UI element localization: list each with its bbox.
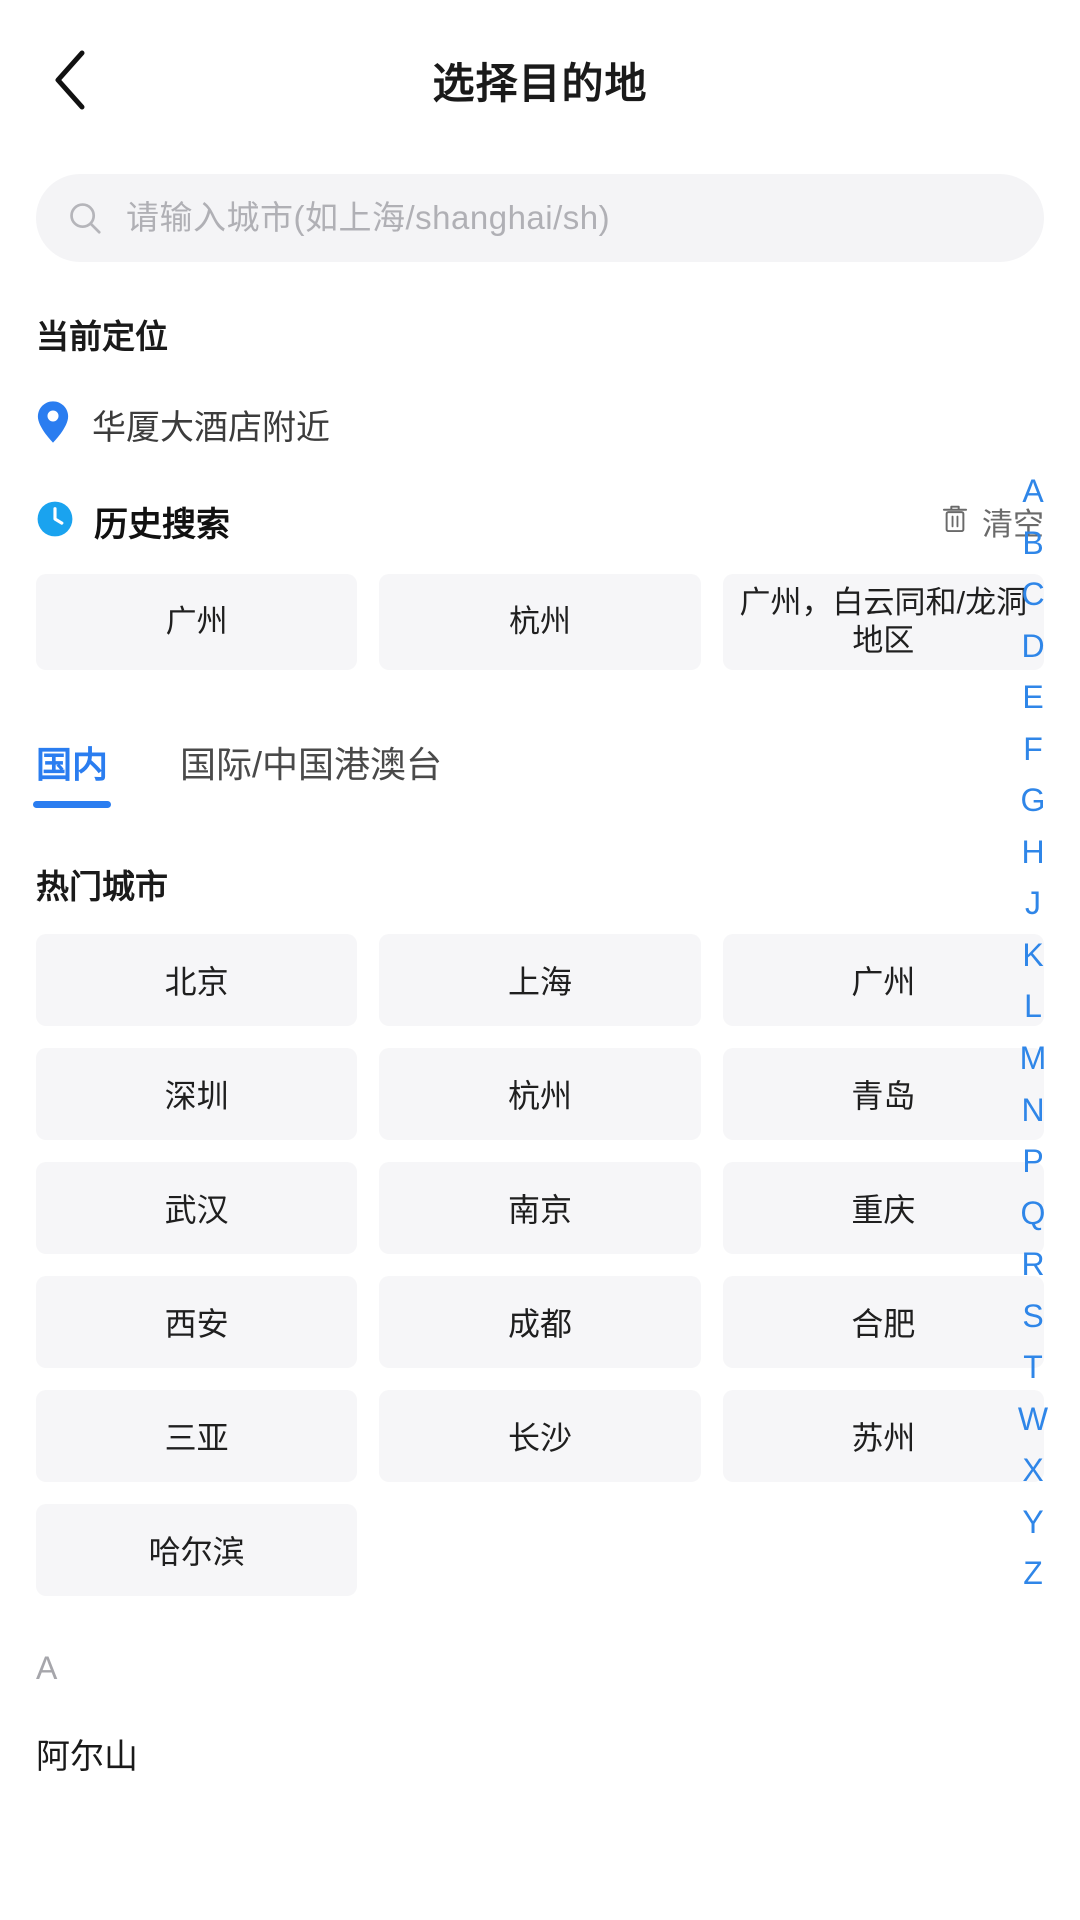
city-cell[interactable]: 北京	[36, 934, 358, 1026]
index-letter[interactable]: H	[1012, 831, 1054, 874]
city-cell[interactable]: 哈尔滨	[36, 1504, 358, 1596]
map-pin-icon	[36, 400, 70, 449]
history-title-group: 历史搜索	[36, 497, 230, 546]
trash-icon	[940, 503, 970, 540]
alpha-section-header: A	[36, 1650, 58, 1686]
history-chip[interactable]: 杭州	[379, 574, 701, 670]
index-letter[interactable]: P	[1012, 1140, 1054, 1183]
index-letter[interactable]: N	[1012, 1089, 1054, 1132]
history-title: 历史搜索	[94, 506, 230, 544]
current-location-item[interactable]: 华厦大酒店附近	[0, 400, 1080, 449]
index-letter[interactable]: F	[1012, 728, 1054, 771]
header: 选择目的地	[0, 0, 1080, 160]
search-input[interactable]	[126, 199, 1014, 237]
city-cell[interactable]: 成都	[379, 1276, 701, 1368]
index-letter[interactable]: B	[1012, 522, 1054, 565]
index-letter[interactable]: G	[1012, 779, 1054, 822]
index-letter[interactable]: W	[1012, 1398, 1054, 1441]
city-cell[interactable]: 武汉	[36, 1162, 358, 1254]
hot-cities-title: 热门城市	[36, 868, 168, 905]
index-letter[interactable]: E	[1012, 676, 1054, 719]
index-letter[interactable]: Y	[1012, 1501, 1054, 1544]
index-letter[interactable]: T	[1012, 1346, 1054, 1389]
alpha-city-item[interactable]: 阿尔山	[0, 1729, 1080, 1778]
index-letter[interactable]: J	[1012, 882, 1054, 925]
city-cell[interactable]: 青岛	[722, 1048, 1044, 1140]
index-letter[interactable]: Z	[1012, 1552, 1054, 1595]
search-bar[interactable]	[36, 174, 1044, 262]
city-cell[interactable]: 西安	[36, 1276, 358, 1368]
index-letter[interactable]: R	[1012, 1243, 1054, 1286]
index-letter[interactable]: A	[1012, 470, 1054, 513]
city-cell[interactable]: 重庆	[722, 1162, 1044, 1254]
clock-icon	[36, 500, 74, 543]
index-letter[interactable]: C	[1012, 573, 1054, 616]
city-cell[interactable]: 合肥	[722, 1276, 1044, 1368]
city-picker-screen: 选择目的地 当前定位 华厦大酒店附近	[0, 0, 1080, 1920]
index-letter[interactable]: L	[1012, 985, 1054, 1028]
city-cell[interactable]: 苏州	[722, 1390, 1044, 1482]
city-cell[interactable]: 上海	[379, 934, 701, 1026]
city-cell[interactable]: 三亚	[36, 1390, 358, 1482]
back-button[interactable]	[34, 44, 106, 116]
tab-international[interactable]: 国际/中国港澳台	[180, 736, 442, 808]
search-section	[0, 174, 1080, 262]
index-letter[interactable]: M	[1012, 1037, 1054, 1080]
hot-cities-grid: 北京 上海 广州 深圳 杭州 青岛 武汉 南京 重庆 西安 成都 合肥 三亚 长…	[0, 934, 1080, 1596]
search-icon	[66, 199, 104, 237]
index-letter[interactable]: Q	[1012, 1192, 1054, 1235]
current-location-label: 当前定位	[36, 318, 168, 355]
page-title: 选择目的地	[432, 59, 648, 107]
current-location-name: 华厦大酒店附近	[92, 409, 330, 447]
tab-domestic[interactable]: 国内	[32, 736, 112, 808]
city-cell[interactable]: 深圳	[36, 1048, 358, 1140]
chevron-left-icon	[50, 49, 90, 111]
city-cell[interactable]: 南京	[379, 1162, 701, 1254]
city-cell[interactable]: 广州	[722, 934, 1044, 1026]
index-letter[interactable]: X	[1012, 1449, 1054, 1492]
index-letter[interactable]: S	[1012, 1295, 1054, 1338]
index-letter[interactable]: D	[1012, 625, 1054, 668]
index-letter[interactable]: K	[1012, 934, 1054, 977]
alphabet-index-rail[interactable]: A B C D E F G H J K L M N P Q R S T W X …	[1012, 470, 1054, 1595]
history-header: 历史搜索 清空	[0, 497, 1080, 546]
history-chip[interactable]: 广州	[36, 574, 358, 670]
city-cell[interactable]: 杭州	[379, 1048, 701, 1140]
region-tabs: 国内 国际/中国港澳台	[0, 722, 1080, 808]
city-cell[interactable]: 长沙	[379, 1390, 701, 1482]
history-chip-row: 广州 杭州 广州，白云同和/龙洞地区	[0, 574, 1080, 670]
history-chip[interactable]: 广州，白云同和/龙洞地区	[722, 574, 1044, 670]
